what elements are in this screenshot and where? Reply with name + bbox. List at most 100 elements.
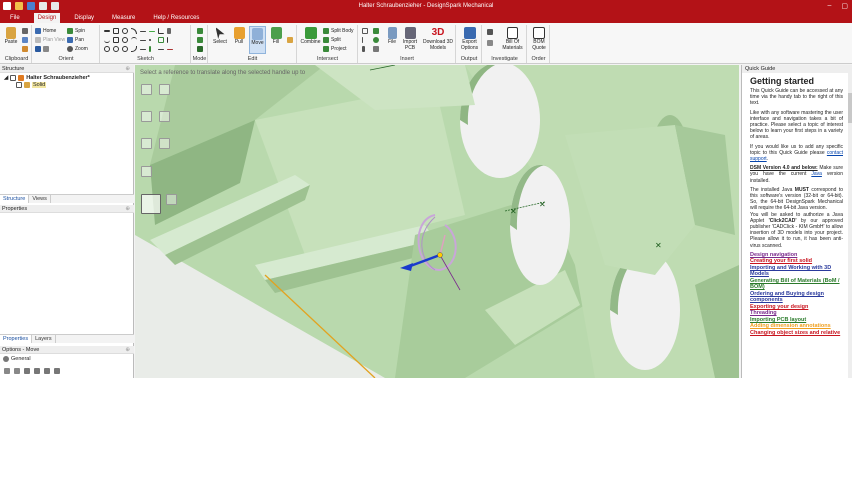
tangent-line-icon[interactable] xyxy=(140,31,146,32)
circle-icon[interactable] xyxy=(122,28,128,34)
download-3d-models-button[interactable]: 3D Download 3D Models xyxy=(421,27,455,51)
export-options-button[interactable]: Export Options xyxy=(458,27,481,51)
sigma-icon[interactable] xyxy=(167,28,171,34)
expand-icon[interactable]: ◢ xyxy=(4,75,8,81)
complete-tool-icon[interactable] xyxy=(141,166,152,177)
tab-measure[interactable]: Measure xyxy=(108,14,139,22)
scrollbar-thumb[interactable] xyxy=(848,93,852,123)
check-geometry-icon[interactable] xyxy=(487,29,493,35)
sketch-mode-icon[interactable] xyxy=(197,28,203,34)
tab-structure[interactable]: Structure xyxy=(0,195,30,203)
section-mode-icon[interactable] xyxy=(197,37,203,43)
import-pcb-button[interactable]: Import PCB xyxy=(401,27,419,51)
tab-design[interactable]: Design xyxy=(33,13,61,23)
zoom-button[interactable]: Zoom xyxy=(67,46,88,52)
select-anchor-tool-icon[interactable] xyxy=(159,84,170,95)
move-guide-tool-icon[interactable] xyxy=(166,194,177,205)
tab-file[interactable]: File xyxy=(6,14,24,22)
up-to-tool-icon[interactable] xyxy=(159,111,170,122)
topic-link[interactable]: Generating Bill of Materials (BoM / BOM) xyxy=(750,278,843,291)
file-button[interactable]: File xyxy=(385,27,399,46)
offset-icon[interactable] xyxy=(158,37,164,43)
three-point-arc-icon[interactable] xyxy=(131,37,137,43)
intersect-line-icon[interactable] xyxy=(140,49,146,50)
tab-properties[interactable]: Properties xyxy=(0,335,33,343)
split-line-icon[interactable] xyxy=(104,46,110,52)
project-icon[interactable] xyxy=(167,37,173,43)
line-icon[interactable] xyxy=(104,30,110,32)
checkbox-icon[interactable] xyxy=(10,75,17,81)
cylinder-icon[interactable] xyxy=(373,28,379,34)
tree-root-item[interactable]: ◢ Halter Schraubenzieher* xyxy=(4,75,90,81)
bend-icon[interactable] xyxy=(158,28,164,34)
slot-icon[interactable] xyxy=(122,46,128,52)
3d-mode-icon[interactable] xyxy=(197,46,203,52)
options-general[interactable]: General xyxy=(3,356,31,362)
spin-button[interactable]: Spin xyxy=(67,28,85,34)
shell-icon[interactable] xyxy=(373,46,379,52)
home-button[interactable]: Home xyxy=(35,28,56,34)
view-cube-button[interactable] xyxy=(35,46,49,52)
select-direction-tool-icon[interactable] xyxy=(141,84,152,95)
viewport-3d[interactable]: ✕ ✕ ✕ Select a reference to translate al… xyxy=(135,65,739,378)
copy-move-icon[interactable] xyxy=(44,368,50,374)
topic-link[interactable]: Changing object sizes and relative xyxy=(750,330,843,337)
copy-icon[interactable] xyxy=(22,37,28,43)
point-icon[interactable] xyxy=(149,39,151,41)
chamfer-icon[interactable] xyxy=(167,49,173,50)
polygon-icon[interactable] xyxy=(113,37,119,43)
origin-icon[interactable] xyxy=(362,46,365,52)
pin-icon[interactable]: ⊕ xyxy=(125,65,130,73)
inspect-icon[interactable] xyxy=(487,40,493,46)
tab-layers[interactable]: Layers xyxy=(32,335,56,343)
ellipse-icon[interactable] xyxy=(122,37,128,43)
tree-child-item[interactable]: Solid xyxy=(16,82,47,88)
pivot-tool-icon[interactable] xyxy=(141,138,152,149)
move-along-trajectory-icon[interactable] xyxy=(141,111,152,122)
move-tool-active-icon[interactable] xyxy=(141,194,161,214)
split-button[interactable]: Split xyxy=(323,37,341,43)
format-icon[interactable] xyxy=(22,46,28,52)
plane-icon[interactable] xyxy=(362,28,368,34)
move-axis-icon[interactable] xyxy=(14,368,20,374)
fill-options-icon[interactable] xyxy=(287,37,293,43)
topic-link[interactable]: Ordering and Buying design components xyxy=(750,291,843,304)
ruler-tool-icon[interactable] xyxy=(159,138,170,149)
bom-quote-button[interactable]: BOM Quote xyxy=(529,27,549,51)
cut-icon[interactable] xyxy=(22,28,28,34)
extend-icon[interactable] xyxy=(158,49,164,50)
tab-help-resources[interactable]: Help / Resources xyxy=(149,14,203,22)
pin-icon[interactable]: ⊕ xyxy=(125,346,130,354)
topic-link[interactable]: Adding dimension annotations xyxy=(750,323,843,330)
plan-view-button[interactable]: Plan View xyxy=(35,37,65,43)
minimize-button[interactable]: – xyxy=(827,2,831,10)
pull-button[interactable]: Pull xyxy=(231,27,247,46)
bill-of-materials-button[interactable]: Bill Of Materials xyxy=(499,27,526,51)
mirror-icon[interactable] xyxy=(149,46,151,52)
move-button[interactable]: Move xyxy=(249,26,266,54)
pan-button[interactable]: Pan xyxy=(67,37,84,43)
topic-link[interactable]: Importing and Working with 3D Models xyxy=(750,265,843,278)
pattern-icon[interactable] xyxy=(34,368,40,374)
spline-icon[interactable] xyxy=(104,37,110,43)
java-link[interactable]: Java xyxy=(811,171,822,177)
quick-guide-scrollbar[interactable] xyxy=(848,73,852,378)
select-button[interactable]: Select xyxy=(211,27,229,46)
arc-icon[interactable] xyxy=(131,28,137,34)
tab-display[interactable]: Display xyxy=(70,14,98,22)
pin-icon[interactable]: ⊕ xyxy=(125,205,130,213)
sweep-arc-icon[interactable] xyxy=(113,46,119,52)
ruler-icon[interactable] xyxy=(24,368,30,374)
axis-icon[interactable] xyxy=(362,37,363,43)
fill-button[interactable]: Fill xyxy=(268,27,284,46)
anchor-icon[interactable] xyxy=(4,368,10,374)
fillet-icon[interactable] xyxy=(131,46,137,52)
construction-line-icon[interactable] xyxy=(149,31,155,32)
maximize-button[interactable]: ▢ xyxy=(841,2,848,10)
grid-icon[interactable] xyxy=(54,368,60,374)
combine-button[interactable]: Combine xyxy=(299,27,322,46)
rectangle-icon[interactable] xyxy=(113,28,119,34)
split-body-button[interactable]: Split Body xyxy=(323,28,354,34)
paste-button[interactable]: Paste xyxy=(4,27,18,46)
checkbox-icon[interactable] xyxy=(16,82,22,88)
